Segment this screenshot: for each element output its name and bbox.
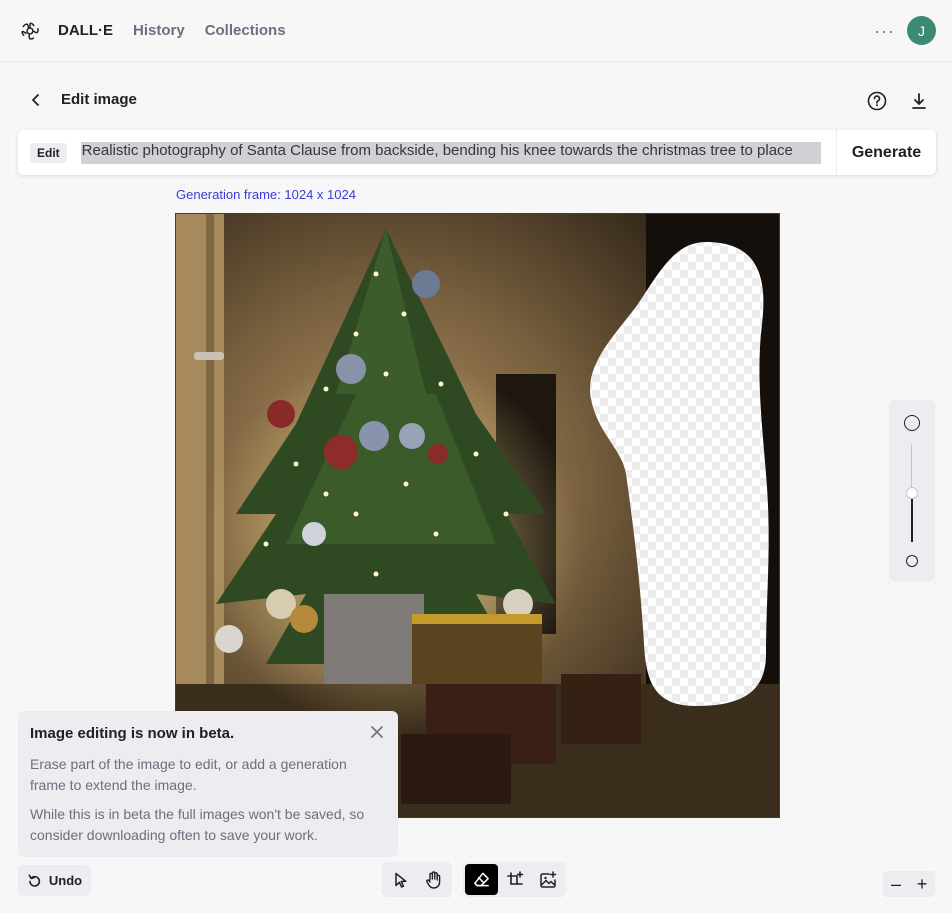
beta-notice-warning: While this is in beta the full images wo…	[30, 806, 365, 843]
editing-tools	[463, 862, 566, 897]
hand-icon	[425, 870, 440, 889]
add-frame-tool-button[interactable]	[498, 864, 531, 895]
user-avatar[interactable]: J	[907, 16, 936, 45]
undo-button[interactable]: Undo	[18, 865, 91, 896]
navigation-tools	[382, 862, 452, 897]
help-icon[interactable]	[866, 90, 888, 112]
generate-button[interactable]: Generate	[836, 130, 936, 175]
frame-add-icon	[506, 870, 523, 885]
brush-small-icon[interactable]	[906, 555, 918, 567]
beta-notice: Image editing is now in beta. Erase part…	[18, 711, 398, 857]
zoom-out-button[interactable]: –	[884, 872, 908, 896]
undo-icon	[28, 874, 40, 887]
image-add-icon	[539, 870, 556, 888]
edit-header: Edit image	[18, 86, 934, 114]
top-navbar: DALL·E History Collections ··· J	[0, 0, 952, 62]
brush-size-fill	[911, 492, 913, 542]
beta-notice-title: Image editing is now in beta.	[30, 725, 235, 742]
back-arrow-icon[interactable]	[26, 90, 46, 110]
openai-logo-icon[interactable]	[18, 19, 42, 43]
eraser-icon	[474, 872, 489, 887]
edit-mode-chip: Edit	[30, 142, 67, 163]
generation-frame-label: Generation frame: 1024 x 1024	[176, 187, 356, 202]
undo-label: Undo	[48, 873, 83, 888]
brush-size-panel	[889, 400, 935, 582]
prompt-bar: Edit Realistic photography of Santa Clau…	[18, 130, 936, 175]
zoom-in-button[interactable]: +	[910, 872, 934, 896]
page-title: Edit image	[61, 91, 137, 108]
pan-tool-button[interactable]	[417, 864, 450, 895]
close-icon[interactable]	[370, 725, 384, 739]
brush-size-thumb[interactable]	[906, 487, 918, 499]
select-tool-button[interactable]	[384, 864, 417, 895]
cursor-icon	[394, 872, 407, 888]
upload-image-tool-button[interactable]	[531, 864, 564, 895]
nav-link-collections[interactable]: Collections	[205, 22, 286, 39]
eraser-tool-button[interactable]	[465, 864, 498, 895]
more-options-icon[interactable]: ···	[874, 22, 895, 40]
zoom-controls: – +	[883, 871, 935, 897]
brush-large-icon[interactable]	[904, 415, 920, 431]
brand-label[interactable]: DALL·E	[58, 22, 113, 39]
download-icon[interactable]	[908, 90, 930, 112]
beta-notice-text: Erase part of the image to edit, or add …	[30, 756, 347, 793]
prompt-input[interactable]: Realistic photography of Santa Clause fr…	[80, 141, 821, 164]
nav-link-history[interactable]: History	[133, 22, 185, 39]
